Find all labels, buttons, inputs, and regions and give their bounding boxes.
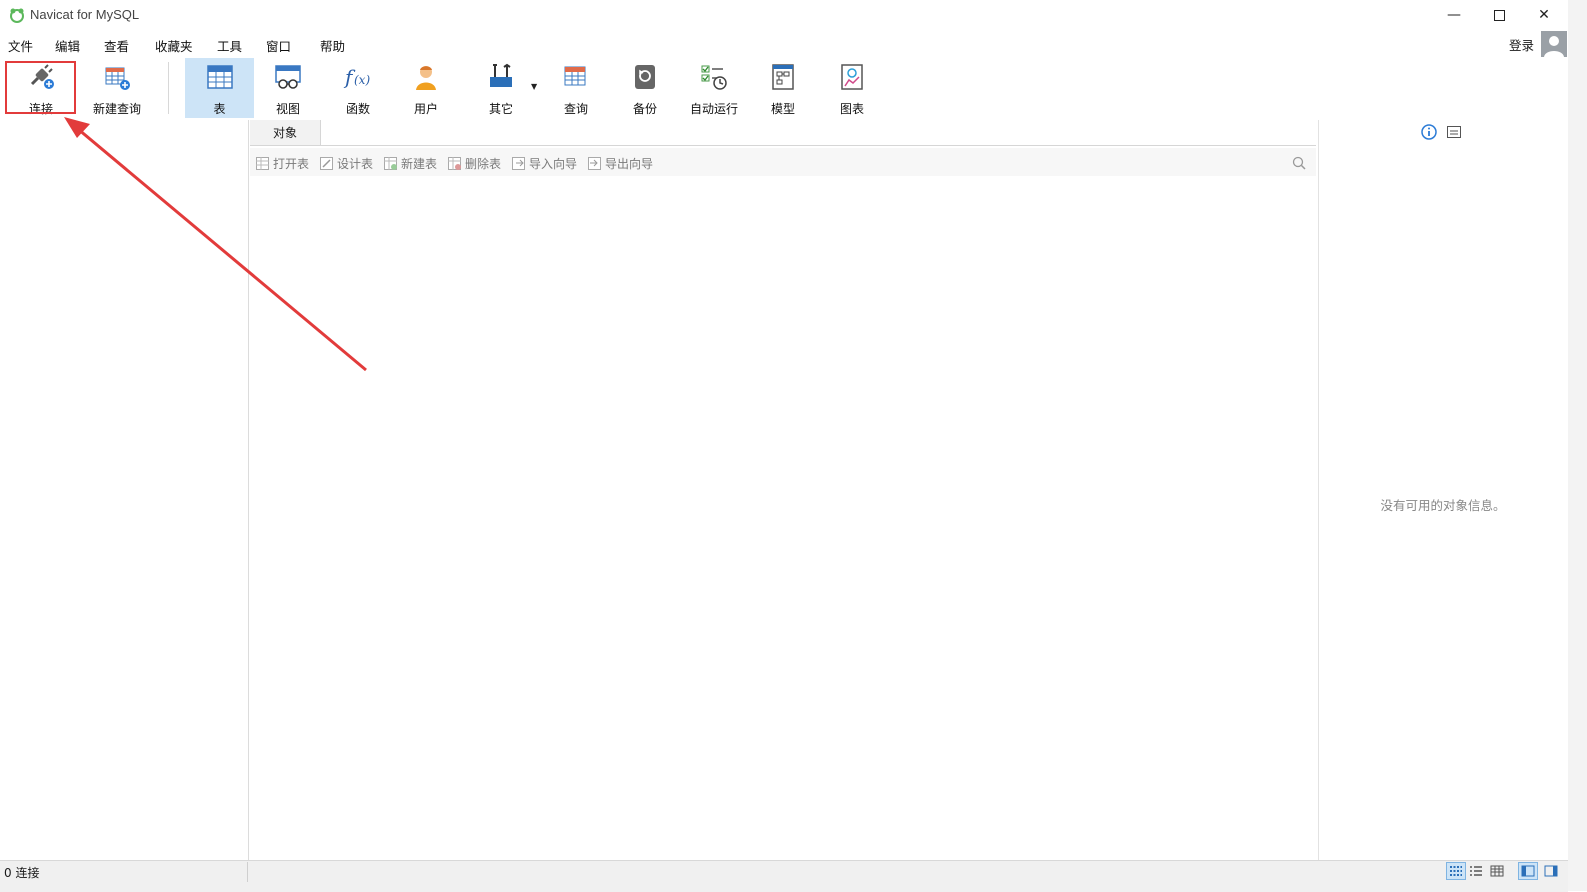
chart-button[interactable]: 图表: [822, 58, 882, 118]
table-icon: [205, 62, 235, 92]
import-wizard-label: 导入向导: [529, 157, 578, 171]
delete-table-label: 删除表: [465, 157, 502, 171]
view-label: 视图: [275, 102, 300, 116]
other-label: 其它: [488, 102, 513, 116]
design-table-button[interactable]: 设计表: [320, 155, 373, 172]
query-label: 查询: [563, 102, 588, 116]
new-query-icon: [102, 62, 132, 92]
grid-view-button[interactable]: [1446, 862, 1466, 880]
import-wizard-button[interactable]: 导入向导: [512, 155, 577, 172]
function-button[interactable]: f (x) 函数: [328, 58, 388, 118]
close-icon: ✕: [1538, 7, 1550, 23]
new-table-icon: [384, 157, 397, 170]
toggle-right-pane-button[interactable]: [1542, 863, 1560, 879]
function-icon: f (x): [343, 62, 373, 92]
object-info-pane: [1318, 120, 1569, 860]
user-label: 用户: [413, 102, 438, 116]
menu-edit[interactable]: 编辑: [55, 36, 80, 55]
right-pane-icon: [1544, 865, 1558, 877]
no-object-info-message: 没有可用的对象信息。: [1380, 498, 1506, 513]
objects-pane[interactable]: [250, 120, 1316, 860]
annotation-highlight-box: [5, 61, 76, 114]
new-query-button[interactable]: 新建查询: [86, 58, 148, 118]
new-query-label: 新建查询: [92, 102, 141, 116]
auto-run-label: 自动运行: [689, 102, 738, 116]
maximize-icon: [1493, 9, 1505, 21]
search-icon[interactable]: [1292, 156, 1306, 170]
login-link[interactable]: 登录: [1509, 35, 1534, 54]
delete-table-icon: [448, 157, 461, 170]
new-table-button[interactable]: 新建表: [384, 155, 437, 172]
design-table-icon: [320, 157, 333, 170]
left-pane-icon: [1521, 865, 1535, 877]
export-wizard-button[interactable]: 导出向导: [588, 155, 653, 172]
maximize-button[interactable]: [1476, 0, 1522, 30]
list-view-icon: [1470, 866, 1482, 876]
menu-view[interactable]: 查看: [104, 36, 129, 55]
open-table-icon: [256, 157, 269, 170]
avatar[interactable]: [1541, 31, 1567, 57]
connection-count-status: 0 连接: [4, 866, 40, 880]
view-icon: [273, 62, 303, 92]
model-icon: [768, 62, 798, 92]
tab-objects[interactable]: 对象: [250, 120, 321, 145]
ddl-icon[interactable]: [1446, 124, 1462, 140]
grid-view-icon: [1450, 866, 1462, 876]
auto-run-icon: [699, 62, 729, 92]
export-icon: [588, 157, 601, 170]
table-button[interactable]: 表: [185, 58, 254, 118]
model-button[interactable]: 模型: [753, 58, 813, 118]
export-wizard-label: 导出向导: [605, 157, 654, 171]
svg-text:(x): (x): [354, 73, 370, 87]
function-label: 函数: [345, 102, 370, 116]
menu-help[interactable]: 帮助: [320, 36, 345, 55]
user-button[interactable]: 用户: [396, 58, 456, 118]
model-label: 模型: [770, 102, 795, 116]
detail-view-button[interactable]: [1488, 863, 1506, 879]
minimize-icon: —: [1447, 7, 1461, 23]
view-button[interactable]: 视图: [258, 58, 318, 118]
open-table-button[interactable]: 打开表: [256, 155, 309, 172]
user-avatar-icon: [1544, 36, 1564, 57]
open-table-label: 打开表: [273, 157, 310, 171]
table-label: 表: [213, 102, 226, 116]
title-bar: [0, 0, 1587, 30]
menu-favorites[interactable]: 收藏夹: [155, 36, 193, 55]
query-icon: [561, 62, 591, 92]
window-title: Navicat for MySQL: [30, 7, 140, 22]
connection-tree-pane[interactable]: [0, 120, 249, 860]
minimize-button[interactable]: —: [1431, 0, 1477, 30]
list-view-button[interactable]: [1467, 863, 1485, 879]
toggle-left-pane-button[interactable]: [1518, 862, 1538, 880]
query-button[interactable]: 查询: [546, 58, 606, 118]
menu-tools[interactable]: 工具: [217, 36, 242, 55]
chart-icon: [837, 62, 867, 92]
menu-file[interactable]: 文件: [8, 36, 33, 55]
user-icon: [411, 62, 441, 92]
window-edge: [1568, 0, 1587, 891]
import-icon: [512, 157, 525, 170]
new-table-label: 新建表: [401, 157, 438, 171]
chart-label: 图表: [839, 102, 864, 116]
tools-icon: [486, 62, 516, 92]
backup-icon: [630, 62, 660, 92]
auto-run-button[interactable]: 自动运行: [683, 58, 745, 118]
status-divider: [247, 862, 248, 882]
toolbar-separator: [168, 62, 169, 114]
info-icon[interactable]: [1421, 124, 1437, 140]
detail-view-icon: [1490, 865, 1504, 877]
navicat-logo-icon: [10, 8, 24, 23]
close-button[interactable]: ✕: [1521, 0, 1567, 30]
other-button[interactable]: 其它: [470, 58, 532, 118]
other-dropdown-arrow-icon[interactable]: ▼: [531, 82, 537, 91]
status-bar: [0, 860, 1568, 892]
delete-table-button[interactable]: 删除表: [448, 155, 501, 172]
design-table-label: 设计表: [337, 157, 374, 171]
backup-button[interactable]: 备份: [615, 58, 675, 118]
backup-label: 备份: [632, 102, 657, 116]
tab-objects-label: 对象: [272, 126, 297, 140]
tab-bar: [250, 120, 1316, 146]
menu-window[interactable]: 窗口: [266, 36, 291, 55]
